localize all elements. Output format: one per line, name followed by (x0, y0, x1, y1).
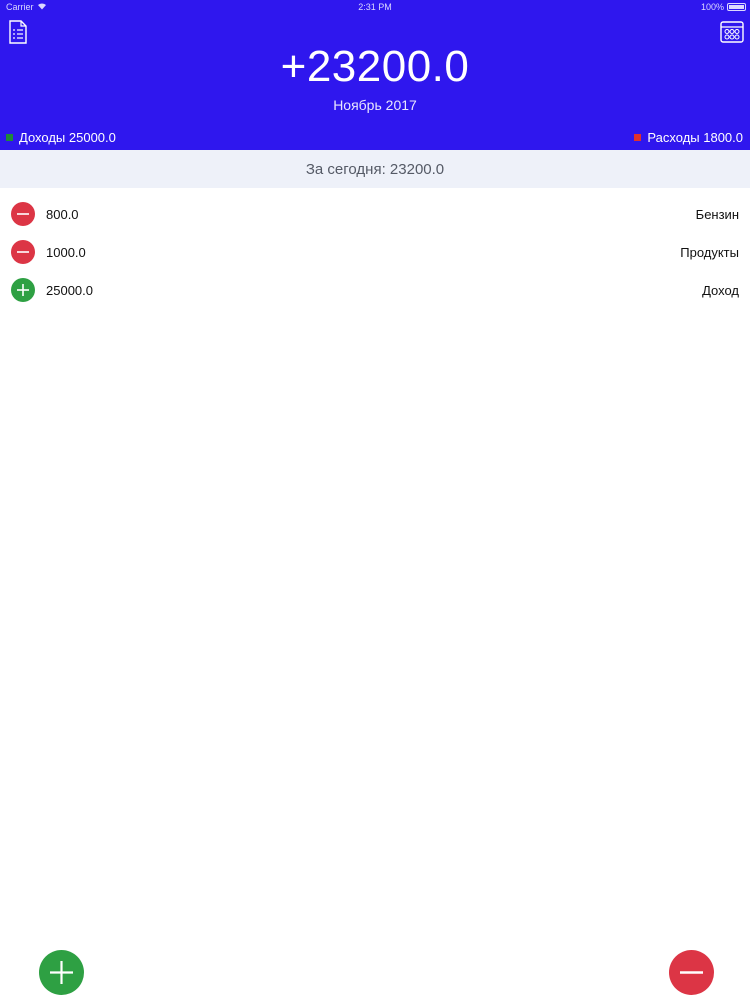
add-expense-button[interactable] (669, 950, 714, 995)
transaction-amount: 1000.0 (46, 245, 86, 260)
transaction-amount: 800.0 (46, 207, 79, 222)
table-row[interactable]: 25000.0 Доход (0, 271, 750, 309)
minus-icon (11, 240, 35, 264)
transaction-list: 800.0 Бензин 1000.0 Продукты 25000.0 Дох… (0, 195, 750, 309)
income-legend-swatch (6, 134, 13, 141)
add-income-button[interactable] (39, 950, 84, 995)
balance-total: +23200.0 (280, 42, 470, 91)
transaction-category: Продукты (680, 245, 739, 260)
header: Carrier 2:31 PM 100% +23200.0 Ноябрь 201… (0, 0, 750, 150)
report-button[interactable] (7, 20, 31, 44)
calendar-grid-icon (720, 21, 744, 43)
income-legend: Доходы 25000.0 (6, 130, 116, 145)
minus-icon (680, 971, 703, 974)
income-legend-label: Доходы 25000.0 (19, 130, 116, 145)
status-bar: Carrier 2:31 PM 100% (0, 0, 750, 14)
expense-legend: Расходы 1800.0 (634, 130, 743, 145)
transaction-amount: 25000.0 (46, 283, 93, 298)
today-summary-label: За сегодня: 23200.0 (305, 160, 445, 178)
expense-legend-swatch (634, 134, 642, 141)
battery-icon (727, 3, 746, 11)
transaction-category: Доход (702, 283, 739, 298)
table-row[interactable]: 1000.0 Продукты (0, 233, 750, 271)
calendar-button[interactable] (720, 20, 744, 44)
expense-legend-label: Расходы 1800.0 (647, 130, 743, 145)
status-time: 2:31 PM (358, 2, 392, 12)
plus-icon (50, 961, 73, 984)
minus-icon (11, 202, 35, 226)
table-row[interactable]: 800.0 Бензин (0, 195, 750, 233)
period-label[interactable]: Ноябрь 2017 (0, 97, 750, 113)
battery-percent: 100% (700, 2, 724, 12)
plus-icon (11, 278, 35, 302)
report-icon (9, 20, 27, 44)
today-summary: За сегодня: 23200.0 (0, 150, 750, 188)
transaction-category: Бензин (695, 207, 739, 222)
